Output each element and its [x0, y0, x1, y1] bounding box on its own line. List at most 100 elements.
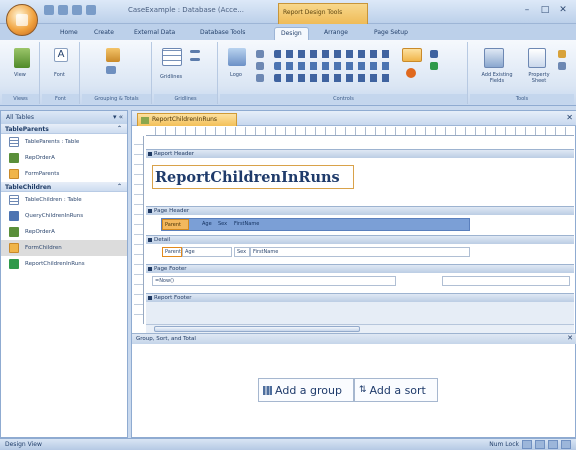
- group-grouping: Grouping & Totals: [82, 42, 152, 104]
- nav-item-tablechildren-table[interactable]: TableChildren : Table: [1, 192, 127, 208]
- gridlines-icon[interactable]: [162, 48, 182, 66]
- band-label: Detail: [154, 237, 171, 243]
- tab-database-tools[interactable]: Database Tools: [194, 27, 251, 40]
- nav-group-tableparents[interactable]: TableParents ⌃: [1, 124, 127, 134]
- tab-design[interactable]: Design: [274, 27, 309, 40]
- tab-create[interactable]: Create: [88, 27, 120, 40]
- line-thickness-icon[interactable]: [190, 50, 200, 53]
- property-sheet-icon[interactable]: [528, 48, 546, 68]
- collapse-icon[interactable]: ⌃: [117, 125, 122, 132]
- maximize-icon[interactable]: □: [538, 4, 552, 16]
- page-header-row[interactable]: Parent Age Sex FirstName: [161, 218, 470, 231]
- band-page-header[interactable]: Page Header: [146, 206, 574, 215]
- control-wizard-icon[interactable]: [406, 68, 416, 78]
- header-label-parent[interactable]: Parent: [162, 219, 189, 230]
- band-page-footer[interactable]: Page Footer: [146, 264, 574, 273]
- footer-field-now[interactable]: =Now(): [152, 276, 396, 286]
- chevron-down-icon[interactable]: ▾ «: [113, 113, 123, 121]
- minimize-icon[interactable]: –: [520, 4, 534, 16]
- nav-item-label: QueryChildrenInRuns: [25, 213, 84, 219]
- tab-arrange[interactable]: Arrange: [318, 27, 354, 40]
- detail-field-firstname[interactable]: FirstName: [250, 247, 470, 257]
- horizontal-scrollbar[interactable]: [146, 324, 574, 333]
- header-label-firstname[interactable]: FirstName: [234, 221, 259, 227]
- add-sort-button[interactable]: ⇅ Add a sort: [354, 378, 438, 402]
- quick-access-toolbar: [44, 5, 96, 17]
- report-view-icon[interactable]: [522, 440, 532, 449]
- controls-row-1-icon[interactable]: [274, 50, 394, 58]
- print-preview-icon[interactable]: [535, 440, 545, 449]
- view-code-icon[interactable]: [558, 50, 566, 58]
- section-grip-icon: [148, 296, 152, 300]
- tab-home[interactable]: Home: [54, 27, 84, 40]
- form-icon: [9, 243, 19, 253]
- tab-page-setup[interactable]: Page Setup: [368, 27, 414, 40]
- logo-icon[interactable]: [228, 48, 246, 66]
- design-view-icon[interactable]: [561, 440, 571, 449]
- activex-icon[interactable]: [430, 62, 438, 70]
- tab-order-icon[interactable]: [558, 62, 566, 70]
- add-group-button[interactable]: Add a group: [258, 378, 354, 402]
- add-existing-fields-icon[interactable]: [484, 48, 504, 68]
- scrollbar-thumb[interactable]: [154, 326, 360, 332]
- font-button-label[interactable]: Font: [54, 72, 65, 78]
- title-control-icon[interactable]: [256, 50, 264, 58]
- totals-icon[interactable]: [106, 66, 116, 74]
- report-icon: [9, 227, 19, 237]
- undo-icon[interactable]: [58, 5, 68, 15]
- customize-qat-icon[interactable]: [86, 5, 96, 15]
- detail-field-sex[interactable]: Sex: [234, 247, 250, 257]
- document-tab[interactable]: ReportChildrenInRuns: [137, 113, 237, 126]
- footer-field-page[interactable]: [442, 276, 570, 286]
- date-time-icon[interactable]: [256, 74, 264, 82]
- nav-item-tableparents-table[interactable]: TableParents : Table: [1, 134, 127, 150]
- layout-view-icon[interactable]: [548, 440, 558, 449]
- nav-item-label: RepOrderA: [25, 155, 55, 161]
- nav-header[interactable]: All Tables ▾ «: [1, 111, 127, 124]
- band-report-header[interactable]: Report Header: [146, 149, 574, 158]
- group-sort-icon[interactable]: [106, 48, 120, 62]
- gridlines-button-label[interactable]: Gridlines: [160, 74, 182, 80]
- close-icon[interactable]: ✕: [567, 334, 573, 342]
- close-icon[interactable]: ✕: [556, 4, 570, 16]
- close-icon[interactable]: ✕: [566, 113, 573, 122]
- tab-external-data[interactable]: External Data: [128, 27, 181, 40]
- font-icon[interactable]: A: [54, 48, 68, 62]
- report-title-label[interactable]: ReportChildrenInRuns: [152, 165, 354, 189]
- controls-row-2-icon[interactable]: [274, 62, 394, 70]
- nav-item-formparents[interactable]: FormParents: [1, 166, 127, 182]
- logo-button-label[interactable]: Logo: [230, 72, 242, 78]
- tools-group-label: Tools: [470, 94, 574, 104]
- document-tab-strip: ReportChildrenInRuns ✕: [132, 111, 576, 126]
- view-button-label[interactable]: View: [14, 72, 26, 78]
- nav-item-label: TableParents : Table: [25, 139, 80, 145]
- add-existing-fields-label[interactable]: Add Existing Fields: [474, 72, 520, 84]
- status-bar: Design View Num Lock: [0, 438, 576, 450]
- nav-item-reporder[interactable]: RepOrderA: [1, 150, 127, 166]
- save-icon[interactable]: [44, 5, 54, 15]
- line-type-icon[interactable]: [190, 58, 200, 61]
- report-icon: [9, 259, 19, 269]
- collapse-icon[interactable]: ⌃: [117, 183, 122, 190]
- nav-group-tablechildren[interactable]: TableChildren ⌃: [1, 182, 127, 192]
- controls-row-3-icon[interactable]: [274, 74, 394, 82]
- detail-field-age[interactable]: Age: [182, 247, 232, 257]
- office-button[interactable]: [6, 4, 38, 36]
- insert-chart-icon[interactable]: [430, 50, 438, 58]
- header-label-sex[interactable]: Sex: [218, 221, 227, 227]
- property-sheet-label[interactable]: Property Sheet: [524, 72, 554, 84]
- band-detail[interactable]: Detail: [146, 235, 574, 244]
- select-tool-icon[interactable]: [402, 48, 422, 62]
- redo-icon[interactable]: [72, 5, 82, 15]
- page-numbers-icon[interactable]: [256, 62, 264, 70]
- view-icon[interactable]: [14, 48, 30, 68]
- nav-item-reporder-2[interactable]: RepOrderA: [1, 224, 127, 240]
- nav-item-querychildreninruns[interactable]: QueryChildrenInRuns: [1, 208, 127, 224]
- header-label-age[interactable]: Age: [202, 221, 212, 227]
- band-report-footer[interactable]: Report Footer: [146, 293, 574, 302]
- detail-field-parent[interactable]: Parent: [162, 247, 182, 257]
- group-font: A Font Font: [42, 42, 80, 104]
- nav-item-formchildren[interactable]: FormChildren: [1, 240, 127, 256]
- nav-item-label: FormChildren: [25, 245, 62, 251]
- nav-item-reportchildreninruns[interactable]: ReportChildrenInRuns: [1, 256, 127, 272]
